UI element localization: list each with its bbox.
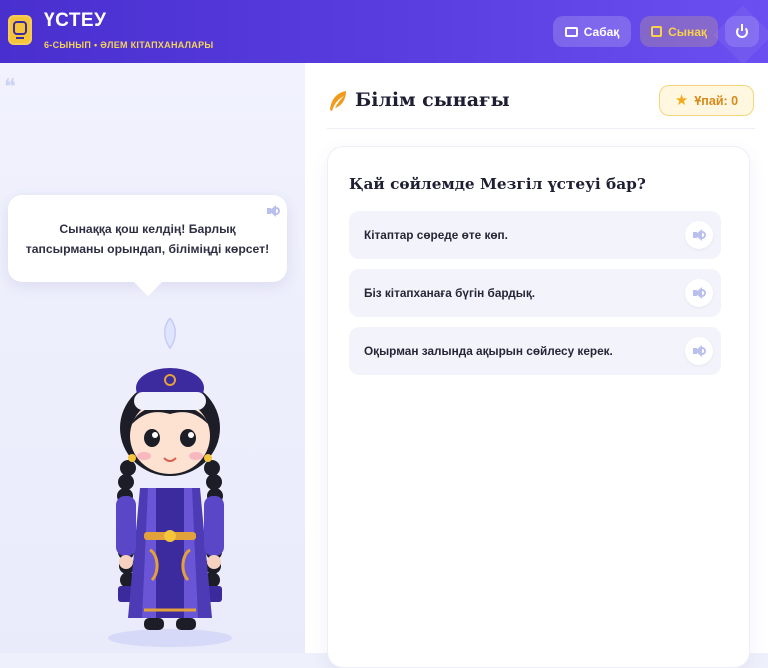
answer-option-1[interactable]: Кітаптар сөреде өте көп. (349, 211, 721, 259)
test-button-label: Сынақ (668, 24, 707, 39)
app-title: ҮСТЕУ (44, 10, 107, 31)
mascot-character (108, 318, 232, 647)
lesson-button-label: Сабақ (583, 24, 620, 39)
star-icon: ★ (674, 92, 689, 109)
speaker-icon (692, 229, 706, 241)
audio-button[interactable] (685, 221, 713, 249)
question-card: Қай сөйлемде Мезгіл үстеуі бар? Кітаптар… (327, 146, 750, 668)
app-subtitle: 6-СЫНЫП • ӘЛЕМ КІТАПХАНАЛАРЫ (44, 40, 214, 50)
logout-button[interactable] (725, 16, 759, 47)
answer-option-text: Оқырман залында ақырын сөйлесу керек. (364, 344, 613, 358)
audio-button[interactable] (685, 337, 713, 365)
power-icon (736, 23, 748, 38)
section-divider (327, 128, 755, 129)
answer-option-text: Біз кітапханаға бүгін бардық. (364, 286, 536, 300)
speaker-icon (692, 287, 706, 299)
quote-icon: ❝ (4, 75, 16, 100)
classroom-icon (564, 26, 578, 37)
test-button[interactable]: Сынақ (640, 16, 718, 47)
speaker-icon (692, 345, 706, 357)
score-badge: ★ Ұпай: 0 (659, 85, 754, 116)
question-text: Қай сөйлемде Мезгіл үстеуі бар? (349, 175, 646, 193)
speech-text: Сынаққа қош келдің! Барлық тапсырманы ор… (25, 222, 270, 256)
mascot-panel: ❝ Сынаққа қош келдің! Барлық тапсырманы … (0, 63, 305, 653)
score-label: Ұпай: 0 (694, 93, 739, 108)
section-title: Білім сынағы (355, 89, 510, 111)
answer-option-3[interactable]: Оқырман залында ақырын сөйлесу керек. (349, 327, 721, 375)
edit-icon (651, 26, 663, 37)
feather-icon (330, 91, 346, 111)
app-logo-icon (8, 15, 32, 45)
audio-button[interactable] (685, 279, 713, 307)
speech-bubble: Сынаққа қош келдің! Барлық тапсырманы ор… (8, 195, 287, 282)
answer-option-text: Кітаптар сөреде өте көп. (364, 228, 508, 242)
lesson-button[interactable]: Сабақ (553, 16, 631, 47)
quiz-panel: Білім сынағы ★ Ұпай: 0 Қай сөйлемде Мезг… (305, 63, 768, 668)
speech-audio-icon[interactable] (266, 205, 280, 217)
app-header: ҮСТЕУ 6-СЫНЫП • ӘЛЕМ КІТАПХАНАЛАРЫ Сабақ… (0, 0, 768, 63)
answer-option-2[interactable]: Біз кітапханаға бүгін бардық. (349, 269, 721, 317)
